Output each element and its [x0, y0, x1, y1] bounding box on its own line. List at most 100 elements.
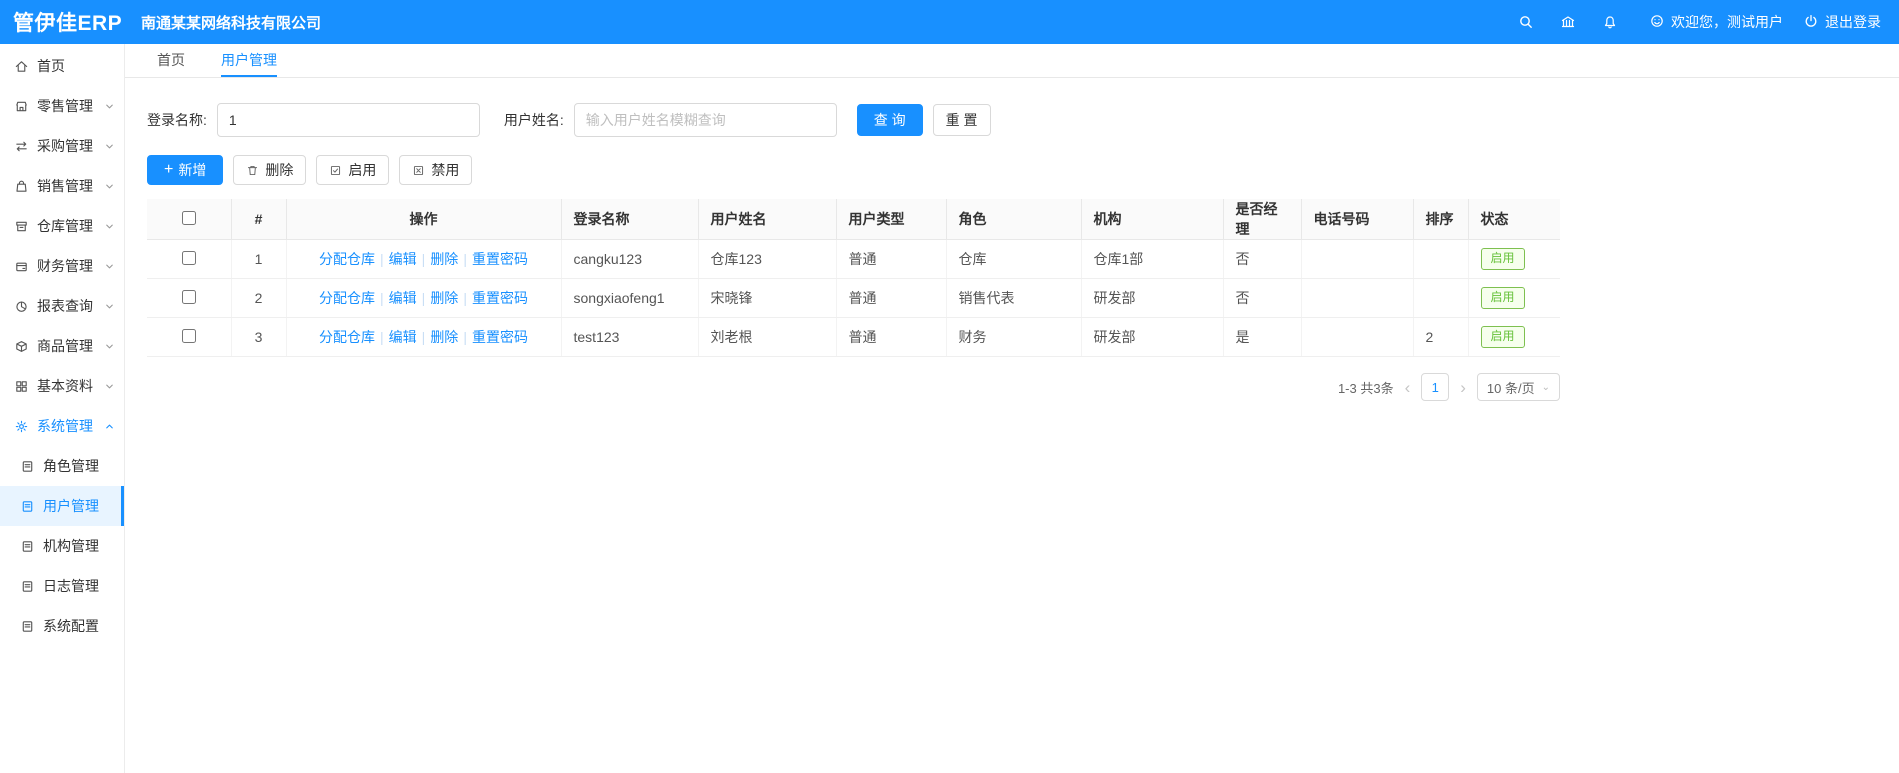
page-size-value: 10 条/页 — [1486, 380, 1535, 396]
sidebar-item-home[interactable]: 首页 — [0, 46, 124, 86]
next-page-icon[interactable]: › — [1458, 379, 1468, 396]
sidebar-item-sales[interactable]: 销售管理 — [0, 166, 124, 206]
user-name-input[interactable] — [573, 103, 837, 137]
chevron-down-icon — [104, 261, 115, 272]
delete-link[interactable]: 删除 — [430, 329, 458, 345]
sidebar-item-log-management[interactable]: 日志管理 — [0, 566, 124, 606]
status-badge: 启用 — [1480, 326, 1525, 348]
sidebar-item-org-management[interactable]: 机构管理 — [0, 526, 124, 566]
main-area: 首页 用户管理 登录名称: 用户姓名: 查 询 重 置 + — [125, 44, 1899, 773]
sidebar-item-label: 系统配置 — [43, 618, 99, 634]
login-name-input[interactable] — [216, 103, 480, 137]
tab-user-management[interactable]: 用户管理 — [221, 44, 277, 77]
status-badge: 启用 — [1480, 248, 1525, 270]
chevron-down-icon — [104, 221, 115, 232]
search-icon[interactable] — [1518, 14, 1534, 30]
page-number-current[interactable]: 1 — [1421, 373, 1450, 401]
row-type: 普通 — [836, 317, 947, 357]
disable-button-label: 禁用 — [431, 162, 460, 178]
content-area: 登录名称: 用户姓名: 查 询 重 置 + 新增 删除 — [125, 78, 1899, 401]
sidebar-item-retail[interactable]: 零售管理 — [0, 86, 124, 126]
row-name: 宋晓锋 — [698, 278, 837, 318]
row-checkbox[interactable] — [181, 250, 196, 265]
row-login: cangku123 — [561, 239, 699, 279]
pagination-total: 1-3 共3条 — [1337, 380, 1394, 396]
search-button[interactable]: 查 询 — [856, 104, 923, 136]
doc-icon — [20, 579, 35, 594]
edit-link[interactable]: 编辑 — [389, 251, 417, 267]
sidebar-item-reports[interactable]: 报表查询 — [0, 286, 124, 326]
sidebar-item-system-config[interactable]: 系统配置 — [0, 606, 124, 646]
reset-button[interactable]: 重 置 — [932, 104, 991, 136]
row-phone — [1301, 278, 1414, 318]
assign-warehouse-link[interactable]: 分配仓库 — [319, 251, 375, 267]
sidebar-item-basic-data[interactable]: 基本资料 — [0, 366, 124, 406]
home-icon — [14, 59, 29, 74]
tab-home[interactable]: 首页 — [157, 44, 185, 77]
assign-warehouse-link[interactable]: 分配仓库 — [319, 290, 375, 306]
row-checkbox[interactable] — [181, 289, 196, 304]
add-button[interactable]: + 新增 — [147, 155, 224, 185]
edit-link[interactable]: 编辑 — [389, 329, 417, 345]
sidebar-item-purchase[interactable]: 采购管理 — [0, 126, 124, 166]
action-separator: | — [380, 329, 384, 345]
row-org: 研发部 — [1081, 278, 1224, 318]
column-header-name: 用户姓名 — [698, 199, 837, 240]
column-header-sort: 排序 — [1413, 199, 1469, 240]
retail-icon — [14, 99, 29, 114]
row-index: 2 — [231, 278, 287, 318]
delete-link[interactable]: 删除 — [430, 251, 458, 267]
sidebar-item-products[interactable]: 商品管理 — [0, 326, 124, 366]
trash-icon — [248, 165, 258, 175]
action-separator: | — [463, 251, 467, 267]
reset-password-link[interactable]: 重置密码 — [472, 329, 528, 345]
column-header-org: 机构 — [1081, 199, 1224, 240]
select-all-checkbox[interactable] — [181, 210, 196, 225]
sidebar-item-warehouse[interactable]: 仓库管理 — [0, 206, 124, 246]
bank-icon[interactable] — [1560, 14, 1576, 30]
page-size-select[interactable]: 10 条/页 ⌄ — [1476, 373, 1560, 401]
delete-link[interactable]: 删除 — [430, 290, 458, 306]
column-header-login: 登录名称 — [561, 199, 699, 240]
action-separator: | — [463, 329, 467, 345]
sidebar-item-label: 日志管理 — [43, 578, 99, 594]
enable-button[interactable]: 启用 — [316, 155, 390, 185]
status-badge: 启用 — [1480, 287, 1525, 309]
plus-icon: + — [164, 161, 174, 178]
chevron-down-icon — [104, 341, 115, 352]
row-manager: 否 — [1223, 278, 1302, 318]
welcome-user[interactable]: 欢迎您，测试用户 — [1649, 12, 1783, 32]
assign-warehouse-link[interactable]: 分配仓库 — [319, 329, 375, 345]
welcome-text: 欢迎您，测试用户 — [1671, 14, 1783, 30]
row-checkbox[interactable] — [181, 328, 196, 343]
chevron-down-icon — [104, 101, 115, 112]
action-separator: | — [380, 251, 384, 267]
column-header-phone: 电话号码 — [1301, 199, 1414, 240]
sidebar-item-finance[interactable]: 财务管理 — [0, 246, 124, 286]
row-index: 1 — [231, 239, 287, 279]
sidebar-item-user-management[interactable]: 用户管理 — [0, 486, 124, 526]
reset-password-link[interactable]: 重置密码 — [472, 290, 528, 306]
action-separator: | — [380, 290, 384, 306]
delete-button-label: 删除 — [265, 162, 294, 178]
sidebar-item-system[interactable]: 系统管理 — [0, 406, 124, 446]
row-sort — [1413, 239, 1469, 279]
sidebar-item-role-management[interactable]: 角色管理 — [0, 446, 124, 486]
prev-page-icon[interactable]: ‹ — [1403, 379, 1413, 396]
edit-link[interactable]: 编辑 — [389, 290, 417, 306]
bell-icon[interactable] — [1602, 14, 1618, 30]
action-separator: | — [463, 290, 467, 306]
doc-icon — [20, 459, 35, 474]
row-phone — [1301, 239, 1414, 279]
reset-password-link[interactable]: 重置密码 — [472, 251, 528, 267]
sidebar-item-label: 系统管理 — [37, 418, 93, 434]
delete-button[interactable]: 删除 — [233, 155, 307, 185]
sales-icon — [14, 179, 29, 194]
column-header-type: 用户类型 — [836, 199, 947, 240]
report-icon — [14, 299, 29, 314]
column-header-manager: 是否经理 — [1223, 199, 1302, 240]
disable-button[interactable]: 禁用 — [399, 155, 473, 185]
login-name-label: 登录名称: — [147, 112, 207, 128]
row-actions: 分配仓库 | 编辑 | 删除 | 重置密码 — [286, 317, 562, 357]
logout-button[interactable]: 退出登录 — [1803, 12, 1881, 32]
